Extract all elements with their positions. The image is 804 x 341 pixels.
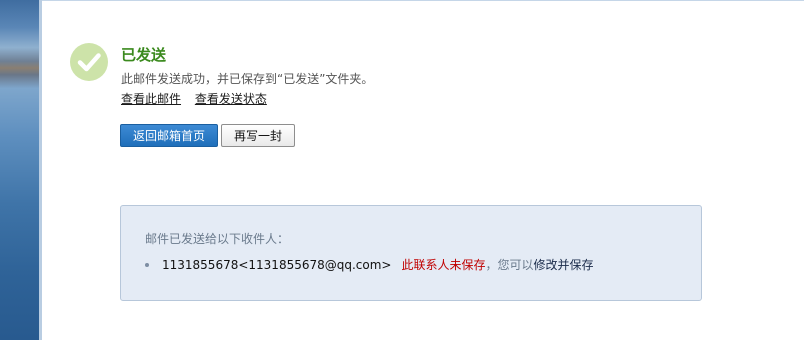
recipients-box: 邮件已发送给以下收件人： 1131855678<1131855678@qq.co…	[120, 205, 702, 301]
contact-unsaved-note: 此联系人未保存	[401, 258, 486, 272]
bullet-icon	[145, 263, 149, 267]
check-circle-icon	[70, 43, 108, 81]
recipient-list-item: 1131855678<1131855678@qq.com> 此联系人未保存 ，您…	[145, 257, 594, 273]
recipients-heading: 邮件已发送给以下收件人：	[145, 232, 290, 246]
background-landscape-strip	[0, 0, 42, 340]
recipient-address: 1131855678<1131855678@qq.com>	[162, 258, 392, 272]
status-links: 查看此邮件 查看发送状态	[121, 91, 277, 107]
write-again-button[interactable]: 再写一封	[221, 124, 295, 147]
edit-and-save-link[interactable]: 修改并保存	[534, 257, 594, 273]
view-send-status-link[interactable]: 查看发送状态	[195, 92, 267, 106]
back-to-inbox-button[interactable]: 返回邮箱首页	[120, 124, 218, 147]
status-title: 已发送	[121, 46, 167, 64]
view-mail-link[interactable]: 查看此邮件	[121, 92, 181, 106]
save-hint-text: ，您可以	[485, 258, 534, 272]
status-description: 此邮件发送成功，并已保存到“已发送”文件夹。	[121, 72, 374, 86]
